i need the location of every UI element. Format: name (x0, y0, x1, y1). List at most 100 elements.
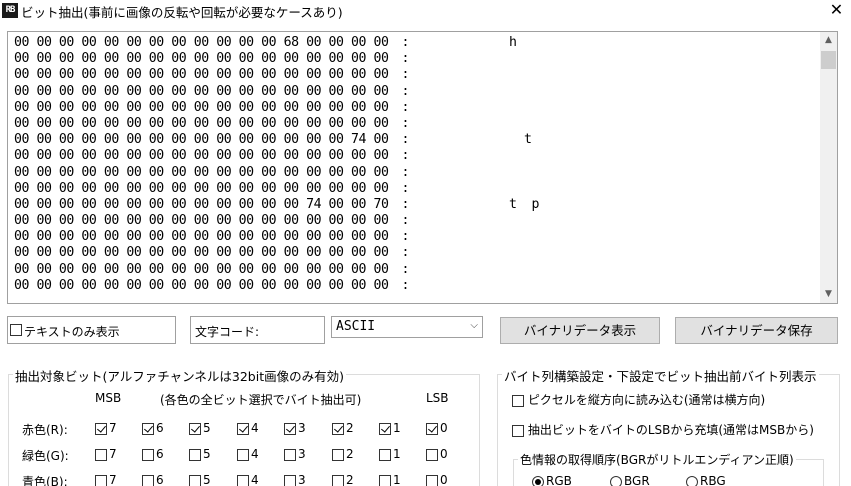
bit-group-title: 抽出対象ビット(アルファチャンネルは32bit画像のみ有効) (13, 366, 346, 385)
bit-checkbox-box[interactable] (426, 422, 438, 435)
bit-checkbox-box[interactable] (379, 448, 391, 461)
bit-number: 6 (156, 421, 164, 435)
bit-checkbox-0[interactable]: 0 (426, 473, 448, 486)
bit-checkbox-box[interactable] (284, 474, 296, 486)
close-button[interactable]: ✕ (822, 0, 851, 22)
bit-number: 6 (156, 447, 164, 461)
bit-checkbox-box[interactable] (95, 448, 107, 461)
bit-number: 2 (346, 421, 354, 435)
bit-number: 6 (156, 473, 164, 486)
bit-checkbox-box[interactable] (284, 422, 296, 435)
bit-checkbox-1[interactable]: 1 (379, 473, 401, 486)
color-order-option-bgr[interactable]: BGR (610, 474, 650, 486)
bit-checkbox-box[interactable] (142, 422, 154, 435)
bit-checkbox-7[interactable]: 7 (95, 421, 117, 435)
color-order-option-rgb[interactable]: RGB (532, 474, 572, 486)
bit-checkbox-3[interactable]: 3 (284, 421, 306, 435)
lsb-fill-checkbox[interactable] (512, 424, 524, 437)
bit-checkbox-3[interactable]: 3 (284, 473, 306, 486)
hex-separator: : (394, 99, 409, 115)
hex-dump-line: 00 00 00 00 00 00 00 00 00 00 00 00 00 7… (14, 197, 539, 213)
hex-bytes: 00 00 00 00 00 00 00 00 00 00 00 00 00 0… (14, 148, 389, 164)
bit-number: 7 (109, 421, 117, 435)
hex-dump-area[interactable]: 00 00 00 00 00 00 00 00 00 00 00 00 68 0… (7, 31, 838, 304)
bit-checkbox-3[interactable]: 3 (284, 447, 306, 461)
show-binary-button[interactable]: バイナリデータ表示 (500, 317, 660, 344)
hex-dump-line: 00 00 00 00 00 00 00 00 00 00 00 00 00 0… (14, 100, 539, 116)
bit-number: 3 (298, 473, 306, 486)
encoding-select[interactable]: ASCII ⌵ (331, 316, 483, 338)
bit-checkbox-box[interactable] (95, 474, 107, 486)
bit-number: 0 (440, 421, 448, 435)
hex-bytes: 00 00 00 00 00 00 00 00 00 00 00 00 00 0… (14, 51, 389, 67)
radio-button[interactable] (686, 475, 698, 486)
bit-checkbox-6[interactable]: 6 (142, 473, 164, 486)
bit-checkbox-box[interactable] (237, 474, 249, 486)
hex-bytes: 00 00 00 00 00 00 00 00 00 00 00 00 00 0… (14, 164, 389, 180)
bit-checkbox-box[interactable] (426, 448, 438, 461)
save-binary-button[interactable]: バイナリデータ保存 (675, 317, 838, 344)
bit-checkbox-4[interactable]: 4 (237, 473, 259, 486)
bit-checkbox-box[interactable] (142, 448, 154, 461)
bit-checkbox-box[interactable] (189, 422, 201, 435)
hex-separator: : (394, 132, 409, 148)
color-order-title: 色情報の取得順序(BGRがリトルエンディアン正順) (518, 451, 796, 468)
bit-checkbox-5[interactable]: 5 (189, 421, 211, 435)
bit-checkbox-box[interactable] (237, 422, 249, 435)
hex-separator: : (394, 277, 409, 293)
bit-checkbox-5[interactable]: 5 (189, 447, 211, 461)
vertical-read-checkbox[interactable] (512, 394, 524, 407)
bit-number: 1 (393, 421, 401, 435)
hex-dump-line: 00 00 00 00 00 00 00 00 00 00 00 00 68 0… (14, 35, 539, 51)
radio-button[interactable] (532, 475, 544, 486)
hex-separator: : (394, 148, 409, 164)
bit-checkbox-2[interactable]: 2 (332, 473, 354, 486)
bit-checkbox-0[interactable]: 0 (426, 421, 448, 435)
lsb-fill-option[interactable]: 抽出ビットをバイトのLSBから充填(通常はMSBから) (512, 421, 814, 438)
bit-checkbox-box[interactable] (95, 422, 107, 435)
bit-checkbox-box[interactable] (189, 474, 201, 486)
bit-checkbox-box[interactable] (332, 474, 344, 486)
bit-checkbox-4[interactable]: 4 (237, 447, 259, 461)
scroll-down-arrow-icon[interactable]: ▼ (820, 286, 837, 303)
bit-checkbox-1[interactable]: 1 (379, 421, 401, 435)
vertical-scrollbar[interactable]: ▲ ▼ (820, 32, 837, 303)
bit-checkbox-box[interactable] (379, 474, 391, 486)
bit-checkbox-box[interactable] (332, 448, 344, 461)
hex-bytes: 00 00 00 00 00 00 00 00 00 00 00 00 00 0… (14, 99, 389, 115)
bit-checkbox-6[interactable]: 6 (142, 421, 164, 435)
bit-checkbox-box[interactable] (284, 448, 296, 461)
bit-checkbox-6[interactable]: 6 (142, 447, 164, 461)
bit-checkbox-box[interactable] (379, 422, 391, 435)
bit-checkbox-2[interactable]: 2 (332, 421, 354, 435)
bit-number: 4 (251, 421, 259, 435)
bit-checkbox-1[interactable]: 1 (379, 447, 401, 461)
bit-checkbox-7[interactable]: 7 (95, 473, 117, 486)
bit-checkbox-box[interactable] (332, 422, 344, 435)
text-only-toggle[interactable]: テキストのみ表示 (7, 316, 176, 344)
bit-number: 1 (393, 473, 401, 486)
scroll-up-arrow-icon[interactable]: ▲ (820, 32, 837, 49)
bit-checkbox-5[interactable]: 5 (189, 473, 211, 486)
bit-checkbox-box[interactable] (189, 448, 201, 461)
scroll-thumb[interactable] (821, 51, 836, 69)
hex-separator: : (394, 67, 409, 83)
vertical-read-option[interactable]: ピクセルを縦方向に読み込む(通常は横方向) (512, 391, 765, 408)
color-order-option-rbg[interactable]: RBG (686, 474, 726, 486)
bit-checkbox-4[interactable]: 4 (237, 421, 259, 435)
vertical-read-label: ピクセルを縦方向に読み込む(通常は横方向) (527, 393, 766, 407)
text-only-label: テキストのみ表示 (24, 325, 120, 339)
bit-number: 5 (203, 473, 211, 486)
radio-button[interactable] (610, 475, 622, 486)
hex-bytes: 00 00 00 00 00 00 00 00 00 00 00 00 00 0… (14, 277, 389, 293)
bit-checkbox-box[interactable] (142, 474, 154, 486)
bit-checkbox-2[interactable]: 2 (332, 447, 354, 461)
text-only-checkbox[interactable] (10, 324, 22, 336)
bit-checkbox-7[interactable]: 7 (95, 447, 117, 461)
bit-checkbox-0[interactable]: 0 (426, 447, 448, 461)
bit-checkbox-box[interactable] (426, 474, 438, 486)
bit-number: 5 (203, 447, 211, 461)
bit-checkbox-box[interactable] (237, 448, 249, 461)
hex-separator: : (394, 164, 409, 180)
hex-dump-line: 00 00 00 00 00 00 00 00 00 00 00 00 00 0… (14, 181, 539, 197)
